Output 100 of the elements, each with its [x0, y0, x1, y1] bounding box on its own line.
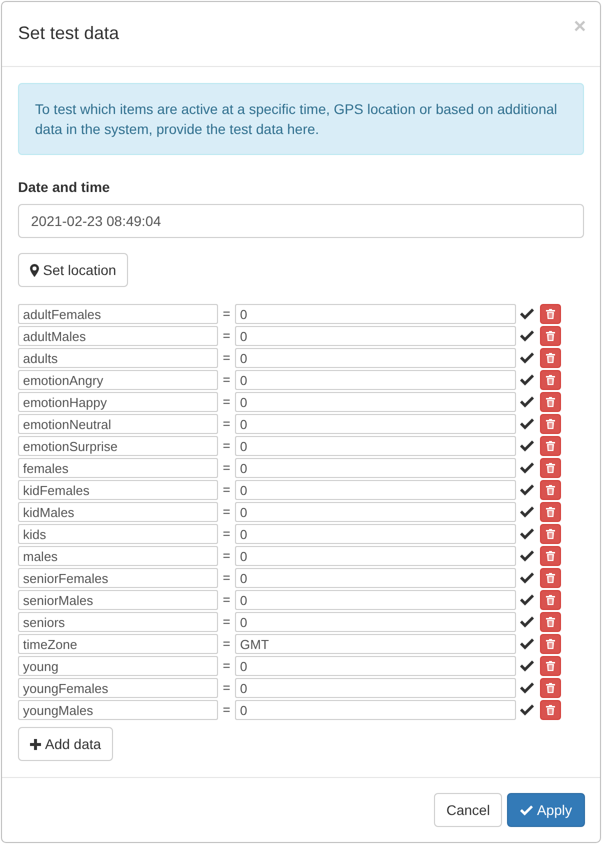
check-icon[interactable]	[520, 549, 534, 563]
key-field[interactable]: youngFemales	[18, 678, 218, 698]
key-field[interactable]: seniors	[18, 612, 218, 632]
check-icon[interactable]	[520, 615, 534, 629]
delete-button[interactable]	[540, 546, 561, 566]
equals-sign: =	[222, 679, 232, 698]
key-field[interactable]: youngMales	[18, 700, 218, 720]
key-field[interactable]: females	[18, 458, 218, 478]
delete-button[interactable]	[540, 370, 561, 390]
check-icon[interactable]	[520, 593, 534, 607]
value-field[interactable]: 0	[235, 612, 516, 632]
value-field[interactable]: 0	[235, 656, 516, 676]
key-field[interactable]: emotionHappy	[18, 392, 218, 412]
delete-button[interactable]	[540, 656, 561, 676]
date-time-field[interactable]: 2021-02-23 08:49:04	[18, 204, 584, 238]
trash-icon	[546, 463, 555, 473]
apply-button[interactable]: Apply	[506, 793, 585, 827]
check-icon[interactable]	[520, 659, 534, 673]
delete-button[interactable]	[540, 678, 561, 698]
trash-icon	[546, 639, 555, 649]
delete-button[interactable]	[540, 326, 561, 346]
value-field[interactable]: 0	[235, 392, 516, 412]
key-field[interactable]: adultMales	[18, 326, 218, 346]
value-field[interactable]: 0	[235, 458, 516, 478]
value-field[interactable]: 0	[235, 480, 516, 500]
value-field[interactable]: 0	[235, 414, 516, 434]
trash-icon	[546, 331, 555, 341]
trash-icon	[546, 573, 555, 583]
check-icon[interactable]	[520, 505, 534, 519]
equals-sign: =	[222, 459, 232, 478]
check-icon[interactable]	[520, 351, 534, 365]
check-icon[interactable]	[520, 571, 534, 585]
delete-button[interactable]	[540, 612, 561, 632]
trash-icon	[546, 353, 555, 363]
key-field[interactable]: seniorFemales	[18, 568, 218, 588]
equals-sign: =	[222, 591, 232, 610]
check-icon[interactable]	[520, 439, 534, 453]
delete-button[interactable]	[540, 458, 561, 478]
value-field[interactable]: 0	[235, 370, 516, 390]
delete-button[interactable]	[540, 700, 561, 720]
delete-button[interactable]	[540, 392, 561, 412]
key-field[interactable]: young	[18, 656, 218, 676]
delete-button[interactable]	[540, 502, 561, 522]
delete-button[interactable]	[540, 634, 561, 654]
delete-button[interactable]	[540, 414, 561, 434]
value-field[interactable]: 0	[235, 568, 516, 588]
equals-sign: =	[222, 415, 232, 434]
delete-button[interactable]	[540, 568, 561, 588]
check-icon[interactable]	[520, 373, 534, 387]
key-field[interactable]: males	[18, 546, 218, 566]
key-field[interactable]: kids	[18, 524, 218, 544]
value-field[interactable]: 0	[235, 590, 516, 610]
delete-button[interactable]	[540, 304, 561, 324]
delete-button[interactable]	[540, 524, 561, 544]
value-field[interactable]: 0	[235, 436, 516, 456]
check-icon[interactable]	[520, 703, 534, 717]
key-field[interactable]: timeZone	[18, 634, 218, 654]
delete-button[interactable]	[540, 590, 561, 610]
key-field[interactable]: kidMales	[18, 502, 218, 522]
trash-icon	[546, 595, 555, 605]
value-field[interactable]: GMT	[235, 634, 516, 654]
key-field[interactable]: emotionAngry	[18, 370, 218, 390]
equals-sign: =	[222, 503, 232, 522]
key-field[interactable]: adultFemales	[18, 304, 218, 324]
key-field[interactable]: emotionSurprise	[18, 436, 218, 456]
check-icon[interactable]	[520, 417, 534, 431]
key-field[interactable]: adults	[18, 348, 218, 368]
check-icon[interactable]	[520, 681, 534, 695]
delete-button[interactable]	[540, 348, 561, 368]
value-field[interactable]: 0	[235, 546, 516, 566]
add-data-button[interactable]: Add data	[18, 727, 114, 761]
set-location-button[interactable]: Set location	[18, 253, 128, 287]
value-field[interactable]: 0	[235, 678, 516, 698]
value-field[interactable]: 0	[235, 348, 516, 368]
equals-sign: =	[222, 657, 232, 676]
check-icon[interactable]	[520, 527, 534, 541]
trash-icon	[546, 683, 555, 693]
cancel-button[interactable]: Cancel	[434, 793, 502, 827]
trash-icon	[546, 375, 555, 385]
check-icon[interactable]	[520, 483, 534, 497]
key-field[interactable]: seniorMales	[18, 590, 218, 610]
value-field[interactable]: 0	[235, 524, 516, 544]
check-icon[interactable]	[520, 461, 534, 475]
check-icon[interactable]	[520, 307, 534, 321]
value-field[interactable]: 0	[235, 502, 516, 522]
trash-icon	[546, 485, 555, 495]
check-icon[interactable]	[520, 395, 534, 409]
dialog-title: Set test data	[18, 23, 120, 45]
value-field[interactable]: 0	[235, 326, 516, 346]
check-icon[interactable]	[520, 329, 534, 343]
delete-button[interactable]	[540, 480, 561, 500]
value-field[interactable]: 0	[235, 700, 516, 720]
key-field[interactable]: kidFemales	[18, 480, 218, 500]
value-field[interactable]: 0	[235, 304, 516, 324]
delete-button[interactable]	[540, 436, 561, 456]
trash-icon	[546, 507, 555, 517]
key-field[interactable]: emotionNeutral	[18, 414, 218, 434]
trash-icon	[546, 397, 555, 407]
check-icon	[520, 804, 533, 816]
check-icon[interactable]	[520, 637, 534, 651]
